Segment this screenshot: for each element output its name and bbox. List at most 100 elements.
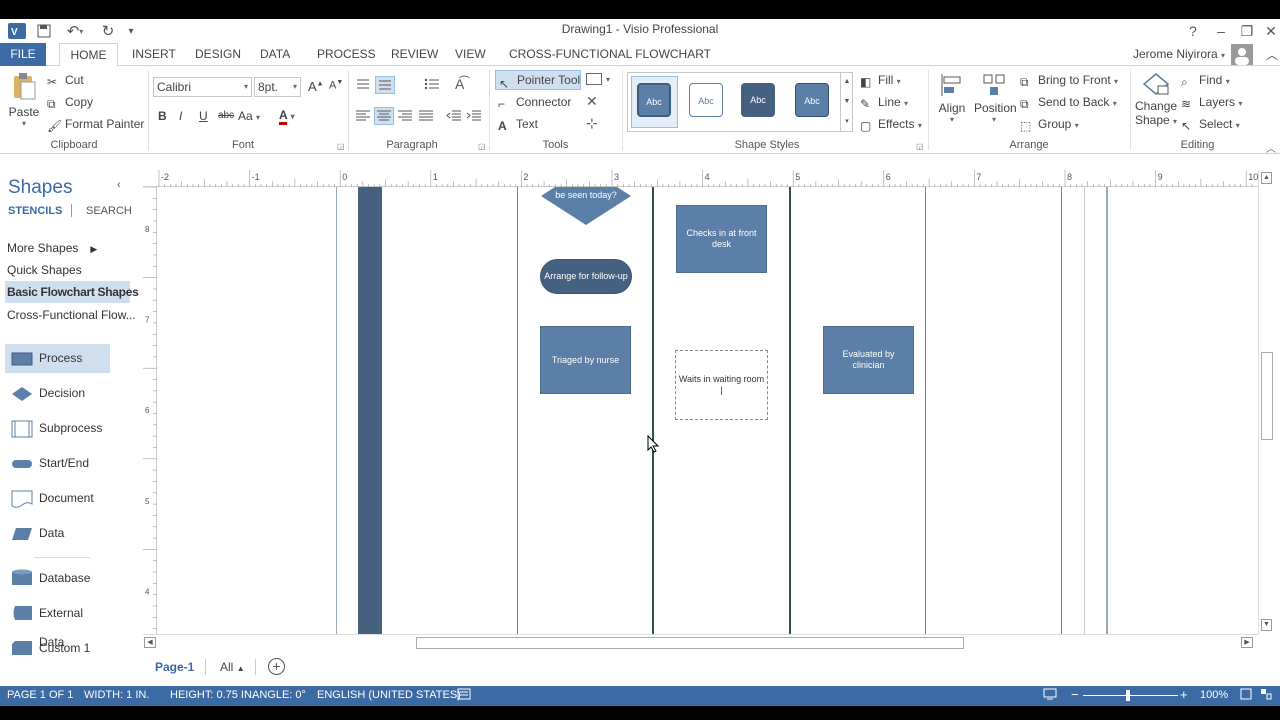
minimize-icon[interactable]: – bbox=[1208, 19, 1234, 43]
insert-page-icon[interactable]: + bbox=[268, 658, 285, 675]
zoom-out-icon[interactable]: − bbox=[1071, 687, 1079, 702]
horizontal-scrollbar[interactable]: ◀ ▶ bbox=[143, 634, 1258, 650]
text-direction-icon[interactable]: A͡ bbox=[455, 76, 464, 92]
font-size-select[interactable]: 8pt. ▾ bbox=[254, 77, 301, 97]
drawing-canvas[interactable]: Patient needs to be seen today? Arrange … bbox=[157, 187, 1258, 634]
bring-to-front-button[interactable]: ⧉ Bring to Front ▾ bbox=[1020, 73, 1118, 89]
lane-separator-selected[interactable] bbox=[789, 187, 791, 634]
format-painter-button[interactable]: 🖌 Format Painter bbox=[47, 117, 144, 133]
shape-process[interactable]: Process bbox=[5, 344, 110, 373]
scroll-down-icon[interactable]: ▼ bbox=[1261, 619, 1272, 631]
pool-header-bar[interactable] bbox=[358, 187, 382, 634]
shape-custom-1[interactable]: Custom 1 bbox=[5, 634, 110, 663]
status-language[interactable]: ENGLISH (UNITED STATES) bbox=[317, 689, 461, 701]
shape-start-end[interactable]: Start/End bbox=[5, 449, 110, 478]
italic-button[interactable]: I bbox=[179, 109, 182, 123]
zoom-level[interactable]: 100% bbox=[1200, 689, 1228, 701]
crop-tool-icon[interactable]: ⊹ bbox=[586, 115, 598, 132]
font-color-button[interactable]: A ▾ bbox=[279, 108, 295, 125]
avatar[interactable] bbox=[1231, 44, 1253, 65]
shape-styles-dialog-launcher-icon[interactable]: ◲ bbox=[916, 142, 924, 151]
find-button[interactable]: ⌕ Find ▾ bbox=[1181, 73, 1230, 89]
shape-document[interactable]: Document bbox=[5, 484, 110, 513]
select-button[interactable]: ↖ Select ▾ bbox=[1181, 117, 1240, 133]
shrink-font-icon[interactable]: A▼ bbox=[329, 79, 343, 92]
shape-data[interactable]: Data bbox=[5, 519, 110, 548]
shape-database[interactable]: Database bbox=[5, 564, 110, 593]
arrange-follow-up-shape[interactable]: Arrange for follow-up bbox=[540, 259, 632, 294]
underline-button[interactable]: U bbox=[199, 109, 208, 123]
status-page[interactable]: PAGE 1 OF 1 bbox=[7, 689, 73, 701]
horizontal-scroll-thumb[interactable] bbox=[416, 637, 964, 649]
align-center-icon[interactable] bbox=[374, 107, 394, 125]
send-to-back-button[interactable]: ⧉ Send to Back ▾ bbox=[1020, 95, 1117, 111]
align-top-icon[interactable] bbox=[355, 77, 373, 91]
tab-cross-functional-flowchart[interactable]: CROSS-FUNCTIONAL FLOWCHART bbox=[505, 43, 715, 66]
scroll-left-icon[interactable]: ◀ bbox=[144, 637, 156, 648]
lane-separator[interactable] bbox=[517, 187, 518, 634]
presentation-mode-icon[interactable] bbox=[1043, 688, 1057, 703]
cut-button[interactable]: ✂ Cut bbox=[47, 73, 84, 89]
rectangle-tool-icon[interactable] bbox=[586, 73, 602, 85]
tab-design[interactable]: DESIGN bbox=[191, 43, 245, 66]
rectangle-tool-dropdown-icon[interactable]: ▾ bbox=[606, 75, 610, 84]
tab-review[interactable]: REVIEW bbox=[387, 43, 442, 66]
effects-button[interactable]: ▢ Effects ▾ bbox=[860, 117, 922, 133]
quick-shapes-link[interactable]: Quick Shapes bbox=[7, 263, 82, 277]
user-name[interactable]: Jerome Niyirora ▾ bbox=[1133, 47, 1225, 61]
change-shape-button[interactable]: Change Shape ▾ bbox=[1135, 72, 1177, 129]
status-height[interactable]: HEIGHT: 0.75 IN. bbox=[170, 689, 255, 701]
stencils-tab[interactable]: STENCILS bbox=[8, 205, 62, 217]
style-swatch-4[interactable]: Abc bbox=[795, 83, 829, 117]
bullets-icon[interactable] bbox=[424, 77, 442, 91]
tab-home[interactable]: HOME bbox=[59, 43, 118, 67]
fit-page-icon[interactable] bbox=[1240, 688, 1252, 703]
shape-external-data[interactable]: External Data bbox=[5, 599, 110, 649]
zoom-in-icon[interactable]: + bbox=[1180, 687, 1188, 702]
help-button[interactable]: ? bbox=[1180, 19, 1206, 43]
switch-windows-icon[interactable] bbox=[1260, 688, 1272, 703]
restore-icon[interactable]: ❐ bbox=[1234, 19, 1260, 43]
grow-font-icon[interactable]: A▲ bbox=[308, 79, 324, 94]
style-swatch-2[interactable]: Abc bbox=[689, 83, 723, 117]
style-swatch-1[interactable]: Abc bbox=[637, 83, 671, 117]
layers-button[interactable]: ≋ Layers ▾ bbox=[1181, 95, 1242, 111]
strikethrough-button[interactable]: abc bbox=[218, 110, 234, 121]
vertical-scroll-thumb[interactable] bbox=[1261, 352, 1273, 440]
change-case-button[interactable]: Aa ▾ bbox=[238, 109, 260, 123]
line-button[interactable]: ✎ Line ▾ bbox=[860, 95, 908, 111]
position-button[interactable]: Position ▾ bbox=[974, 72, 1017, 124]
basic-flowchart-shapes-link[interactable]: Basic Flowchart Shapes bbox=[5, 281, 139, 303]
scroll-right-icon[interactable]: ▶ bbox=[1241, 637, 1253, 648]
align-button[interactable]: Align ▾ bbox=[937, 72, 967, 124]
font-dialog-launcher-icon[interactable]: ◲ bbox=[337, 142, 345, 151]
group-button[interactable]: ⬚ Group ▾ bbox=[1020, 117, 1079, 133]
gallery-scroll[interactable]: ▲ ▼ ▾ bbox=[840, 72, 853, 132]
cross-functional-flowchart-link[interactable]: Cross-Functional Flow... bbox=[7, 308, 136, 322]
shape-decision[interactable]: Decision bbox=[5, 379, 110, 408]
checks-in-shape[interactable]: Checks in at front desk bbox=[676, 205, 767, 273]
search-tab[interactable]: SEARCH bbox=[86, 205, 132, 217]
collapse-ribbon-caret-icon[interactable]: ︿ bbox=[1266, 140, 1276, 155]
bold-button[interactable]: B bbox=[158, 109, 167, 123]
style-swatch-3[interactable]: Abc bbox=[741, 83, 775, 117]
tab-insert[interactable]: INSERT bbox=[128, 43, 180, 66]
paragraph-dialog-launcher-icon[interactable]: ◲ bbox=[478, 142, 486, 151]
connector-button[interactable]: ⌐ Connector bbox=[498, 95, 571, 111]
justify-icon[interactable] bbox=[418, 109, 434, 126]
connection-point-icon[interactable]: ✕ bbox=[586, 93, 598, 110]
lane-separator[interactable] bbox=[1061, 187, 1062, 634]
lane-separator-selected[interactable] bbox=[652, 187, 654, 634]
zoom-slider-track[interactable] bbox=[1083, 695, 1178, 696]
align-right-icon[interactable] bbox=[397, 109, 413, 126]
waits-in-waiting-room-shape[interactable]: Waits in waiting room | bbox=[675, 350, 768, 420]
close-icon[interactable]: ✕ bbox=[1258, 19, 1280, 43]
tab-process[interactable]: PROCESS bbox=[313, 43, 380, 66]
status-width[interactable]: WIDTH: 1 IN. bbox=[84, 689, 149, 701]
increase-indent-icon[interactable] bbox=[466, 109, 482, 126]
decrease-indent-icon[interactable] bbox=[446, 109, 462, 126]
more-shapes-link[interactable]: More Shapes ▶ bbox=[7, 241, 97, 255]
tab-view[interactable]: VIEW bbox=[451, 43, 490, 66]
text-tool-button[interactable]: A Text bbox=[498, 117, 538, 133]
copy-button[interactable]: ⧉ Copy bbox=[47, 95, 93, 111]
